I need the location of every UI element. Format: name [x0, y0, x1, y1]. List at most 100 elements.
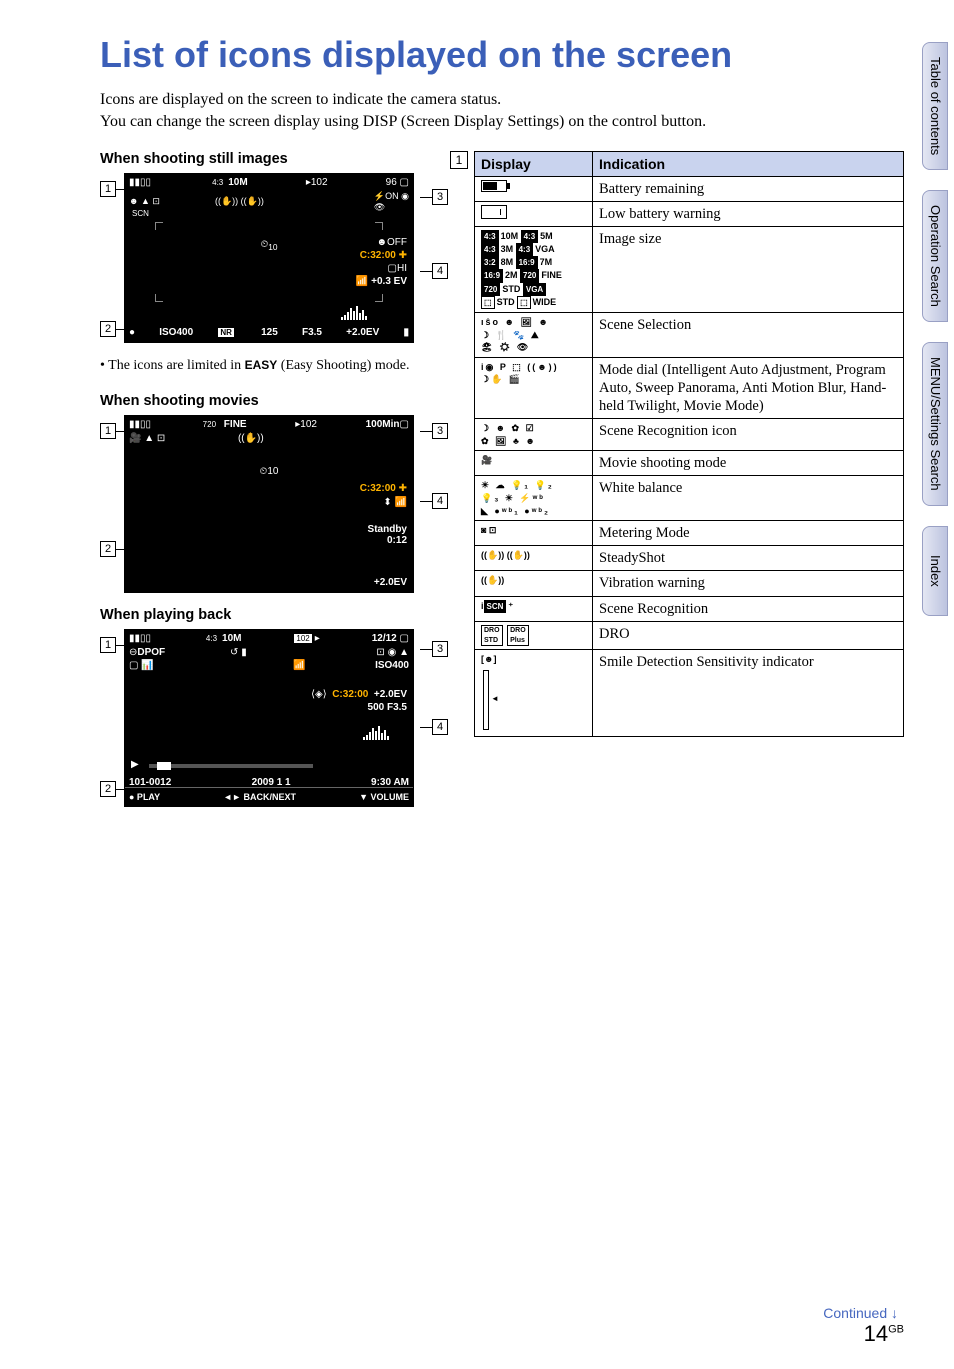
- desc-scene: Scene Selection: [593, 312, 904, 357]
- error-code: C:32:00: [332, 689, 368, 700]
- date: 2009 1 1: [252, 777, 291, 788]
- desc-srec: Scene Recognition: [593, 596, 904, 621]
- play-label: ● PLAY: [129, 792, 160, 802]
- ev-value: +0.3 EV: [371, 276, 407, 287]
- heading-movie: When shooting movies: [100, 393, 448, 409]
- iso-value: ISO400: [159, 327, 193, 338]
- icon-lowbatt: [475, 201, 593, 226]
- back-next: ◄► BACK/NEXT: [223, 792, 296, 802]
- icon-wb: ☀ ☁ 💡₁ 💡₂💡₃ ☀ ⚡ʷᵇ◣ ●ʷᵇ₁ ●ʷᵇ₂: [475, 476, 593, 521]
- callout-4: 4: [432, 263, 448, 279]
- side-indicators: ☻OFF C:32:00 ✚ ▢HI 📶 +0.3 EV: [356, 236, 407, 288]
- lcd-still-group: 1 3 4 2 ▮▮▯▯ 4:34:3 10M10M ▸102 96 ▢: [100, 173, 448, 343]
- rec-dot: ●: [129, 327, 135, 338]
- icon-srec-icon: ☽ ☻ ✿ ☑✿ 🖼 ♣ ☻: [475, 419, 593, 451]
- callout-1: 1: [100, 181, 116, 197]
- ev-play: +2.0EV: [374, 689, 407, 700]
- heading-play: When playing back: [100, 607, 448, 623]
- callout-2c: 2: [100, 781, 116, 797]
- icon-scene: ıŝo ☻ 🖼 ☻☽ 🍴 🐾 ⛰🏖 ☀ 👁: [475, 312, 593, 357]
- icon-dro: DROSTD DROPlus: [475, 621, 593, 650]
- card-icon: ▮: [403, 327, 409, 338]
- heading-still: When shooting still images: [100, 151, 448, 167]
- easy-label: EASY: [245, 358, 278, 372]
- icon-vib: ((✋)): [475, 571, 593, 596]
- aperture-value: F3.5: [302, 327, 322, 338]
- callout-3c: 3: [432, 641, 448, 657]
- shots-remaining: 96 ▢: [386, 177, 409, 188]
- desc-mode: Mode dial (Intelligent Auto Adjustment, …: [593, 357, 904, 418]
- histogram-icon: [339, 304, 383, 320]
- desc-imgsize: Image size: [593, 226, 904, 312]
- lcd-movie: ▮▮▯▯ 720 FINE ▸102 100Min▢ 🎥 ▲ ⊡((✋)) ⏲1…: [124, 415, 414, 593]
- movie-quality: FINE: [221, 419, 247, 430]
- desc-movie: Movie shooting mode: [593, 451, 904, 476]
- page-number: 14GB: [864, 1321, 904, 1347]
- nr-badge: NR: [217, 327, 235, 338]
- focus-frame: ⏲10: [155, 222, 383, 302]
- progress-bar: [149, 764, 313, 768]
- scn-badge: SCN: [129, 208, 152, 219]
- desc-steady: SteadyShot: [593, 546, 904, 571]
- self-timer-icon: ⏲10: [260, 239, 277, 252]
- callout-3: 3: [432, 189, 448, 205]
- ev-value: +2.0EV: [374, 577, 407, 588]
- play-icon: ▶: [131, 759, 139, 770]
- face-icon: ☻ ▲ ⊡: [129, 196, 160, 207]
- desc-smile: Smile Detection Sensitivity indicator: [593, 650, 904, 737]
- desc-srec-icon: Scene Recognition icon: [593, 419, 904, 451]
- desc-meter: Metering Mode: [593, 521, 904, 546]
- icon-steady: ((✋)) ((✋)): [475, 546, 593, 571]
- dpof-icon: ⊖DPOF: [129, 647, 165, 658]
- page-title: List of icons displayed on the screen: [100, 34, 904, 75]
- table-section-1: 1: [450, 151, 468, 169]
- right-column: 1 Display Indication Battery remaining L…: [474, 151, 904, 821]
- file-number: 101-0012: [129, 777, 171, 788]
- left-column: When shooting still images 1 3 4 2 ▮▮▯▯ …: [100, 151, 448, 821]
- desc-dro: DRO: [593, 621, 904, 650]
- batt-icon: ▮▮▯▯: [129, 177, 151, 188]
- callout-3b: 3: [432, 423, 448, 439]
- easy-note: • The icons are limited in EASY (Easy Sh…: [112, 357, 448, 375]
- desc-battery: Battery remaining: [593, 176, 904, 201]
- continued-label: Continued ↓: [823, 1305, 898, 1321]
- shutter-value: 125: [261, 327, 278, 338]
- icon-battery: [475, 176, 593, 201]
- icon-smile: [☻]: [475, 650, 593, 737]
- callout-2b: 2: [100, 541, 116, 557]
- histogram-icon: [361, 724, 405, 740]
- icon-table: Display Indication Battery remaining Low…: [474, 151, 904, 738]
- icon-imgsize: 4:310M 4:35M 4:33M 4:3VGA 3:28M 16:97M 1…: [475, 226, 593, 312]
- lcd-movie-group: 1 3 4 2 ▮▮▯▯ 720 FINE ▸102 100Min▢ 🎥 ▲ ⊡…: [100, 415, 448, 593]
- icon-srec: iSCN⁺: [475, 596, 593, 621]
- lcd-still: ▮▮▯▯ 4:34:3 10M10M ▸102 96 ▢ ☻ ▲ ⊡ ((✋))…: [124, 173, 414, 343]
- error-code: C:32:00: [360, 483, 396, 494]
- desc-lowbatt: Low battery warning: [593, 201, 904, 226]
- iso-play: ISO400: [375, 660, 409, 671]
- intro-line-1: Icons are displayed on the screen to ind…: [100, 91, 501, 108]
- folder-icon: ▸102: [306, 177, 328, 188]
- ev-value-2: +2.0EV: [346, 327, 379, 338]
- icon-modedial: i◉ P ⬚ ((☻))☽✋ 🎬: [475, 357, 593, 418]
- elapsed-time: 0:12: [368, 535, 407, 546]
- batt-icon: ▮▮▯▯: [129, 419, 151, 430]
- time-remaining: 100Min: [366, 419, 400, 430]
- folder-icon: ▸102: [295, 419, 317, 430]
- icon-meter: ◙ ⊡: [475, 521, 593, 546]
- th-indication: Indication: [593, 151, 904, 176]
- desc-vib: Vibration warning: [593, 571, 904, 596]
- error-code: C:32:00: [360, 250, 396, 261]
- steadyshot-icon: ((✋)) ((✋)): [215, 196, 264, 207]
- aspect-badge: 4:3: [209, 177, 226, 188]
- self-timer-icon: ⏲10: [260, 466, 279, 477]
- shutter-aperture: 500 F3.5: [311, 701, 407, 714]
- callout-1b: 1: [100, 423, 116, 439]
- lcd-play-group: 1 3 4 2 ▮▮▯▯ 4:310M 102▸ 12/12 ▢ ⊖DPO: [100, 629, 448, 807]
- lcd-play: ▮▮▯▯ 4:310M 102▸ 12/12 ▢ ⊖DPOF ↺ ▮ ⊡ ◉ ▲…: [124, 629, 414, 807]
- intro-line-2: You can change the screen display using …: [100, 113, 706, 130]
- icon-movie: 🎥: [475, 451, 593, 476]
- callout-4c: 4: [432, 719, 448, 735]
- side-indicators: C:32:00 ✚ ⬍ 📶: [360, 482, 407, 510]
- frame-count: 12/12: [372, 633, 397, 644]
- callout-4b: 4: [432, 493, 448, 509]
